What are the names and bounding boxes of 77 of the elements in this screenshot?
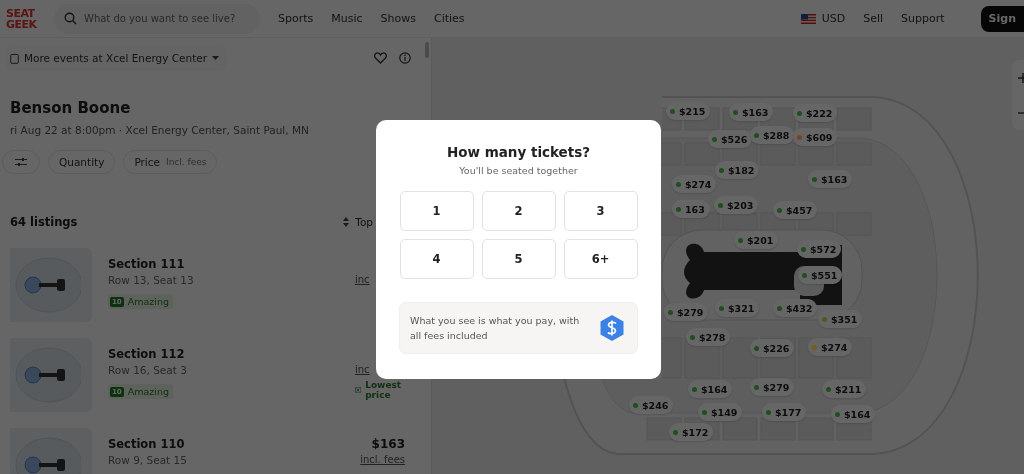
section-name: Section 110: [108, 437, 186, 451]
price-pin[interactable]: $246: [629, 396, 674, 414]
nav-link[interactable]: Music: [331, 12, 363, 25]
quantity-option[interactable]: 5: [481, 239, 556, 279]
quantity-option[interactable]: 4: [399, 239, 474, 279]
event-details: ri Aug 22 at 8:00pm · Xcel Energy Center, Saint Paul, MN: [10, 124, 310, 136]
sort-button[interactable]: Top: [343, 216, 373, 228]
nav-link[interactable]: Sports: [278, 12, 314, 25]
flag-icon: [800, 13, 816, 24]
price-pin[interactable]: $201: [734, 231, 779, 249]
header-link[interactable]: Support: [901, 12, 945, 25]
price-pin[interactable]: $572: [797, 240, 842, 258]
price-pin[interactable]: $288: [750, 126, 795, 144]
dialog-title: How many tickets?: [446, 144, 591, 160]
price-pin[interactable]: $279: [664, 303, 709, 321]
price-pin[interactable]: $172: [669, 423, 714, 441]
price-pin[interactable]: $279: [750, 378, 795, 396]
score-rating: Amazing: [127, 296, 169, 307]
caret-icon: [212, 55, 220, 61]
cash-icon: [355, 386, 362, 394]
sliders-icon: [15, 157, 27, 167]
price-pin[interactable]: $351: [818, 310, 863, 328]
header-link[interactable]: Sell: [863, 12, 884, 25]
dialog-subtitle: You'll be seated together: [459, 165, 578, 176]
section-name: Section 111: [108, 257, 186, 271]
lowest-price-tag: Lowest price: [365, 380, 405, 400]
dollar-hexagon-icon: [599, 314, 625, 342]
price-pin[interactable]: $149: [698, 403, 743, 421]
quantity-option[interactable]: 6+: [563, 239, 638, 279]
price-pin[interactable]: $274: [808, 338, 853, 356]
nav-link[interactable]: Shows: [380, 12, 416, 25]
price-pin[interactable]: $274: [672, 175, 717, 193]
price-pin[interactable]: $211: [822, 380, 867, 398]
price-pin[interactable]: $163: [808, 170, 853, 188]
price-pin[interactable]: $222: [793, 104, 838, 122]
price-pin[interactable]: $164: [831, 405, 876, 423]
heart-icon[interactable]: [374, 52, 387, 64]
quantity-option[interactable]: 2: [481, 191, 556, 231]
price-pin[interactable]: $278: [686, 328, 731, 346]
event-title: Benson Boone: [10, 99, 132, 117]
listings-count: 64 listings: [10, 215, 78, 229]
calendar-icon: [10, 52, 19, 64]
price-pin[interactable]: 163: [672, 200, 710, 218]
seat-details: Row 16, Seat 3: [108, 364, 188, 376]
fees-link[interactable]: incl. fees: [360, 454, 405, 465]
price-pin[interactable]: $609: [793, 128, 838, 146]
info-icon[interactable]: [399, 52, 411, 64]
seat-details: Row 13, Seat 13: [108, 274, 195, 286]
price-pin[interactable]: $526: [708, 130, 753, 148]
logo[interactable]: SEAT GEEK: [6, 7, 36, 30]
currency-link[interactable]: USD: [821, 12, 846, 25]
section-name: Section 112: [108, 347, 186, 361]
price-pin[interactable]: $551: [798, 266, 843, 284]
nav-link[interactable]: Cities: [434, 12, 465, 25]
score-rating: Amazing: [127, 386, 169, 397]
listing-price: $163: [371, 437, 405, 451]
seat-details: Row 9, Seat 15: [108, 454, 188, 466]
filter-chip[interactable]: Quantity: [48, 150, 116, 174]
quantity-option[interactable]: 1: [399, 191, 474, 231]
fees-link[interactable]: inc: [355, 274, 370, 285]
price-pin[interactable]: $457: [773, 201, 818, 219]
quantity-option[interactable]: 3: [563, 191, 638, 231]
price-pin[interactable]: $215: [666, 102, 711, 120]
price-pin[interactable]: $163: [729, 103, 774, 121]
price-pin[interactable]: $177: [762, 403, 807, 421]
price-pin[interactable]: $432: [773, 299, 818, 317]
fees-link[interactable]: inc: [355, 364, 370, 375]
price-pin[interactable]: $164: [688, 380, 733, 398]
sign-in-button[interactable]: Sign: [980, 5, 1024, 32]
price-pin[interactable]: $226: [750, 339, 795, 357]
price-pin[interactable]: $203: [714, 196, 759, 214]
filters-button[interactable]: [2, 150, 40, 174]
price-pin[interactable]: $182: [715, 161, 760, 179]
price-pin[interactable]: $321: [715, 299, 760, 317]
search-icon: [64, 11, 77, 25]
fees-info-text: What you see is what you pay, with all fees included: [410, 314, 580, 343]
sort-icon: [343, 217, 350, 227]
